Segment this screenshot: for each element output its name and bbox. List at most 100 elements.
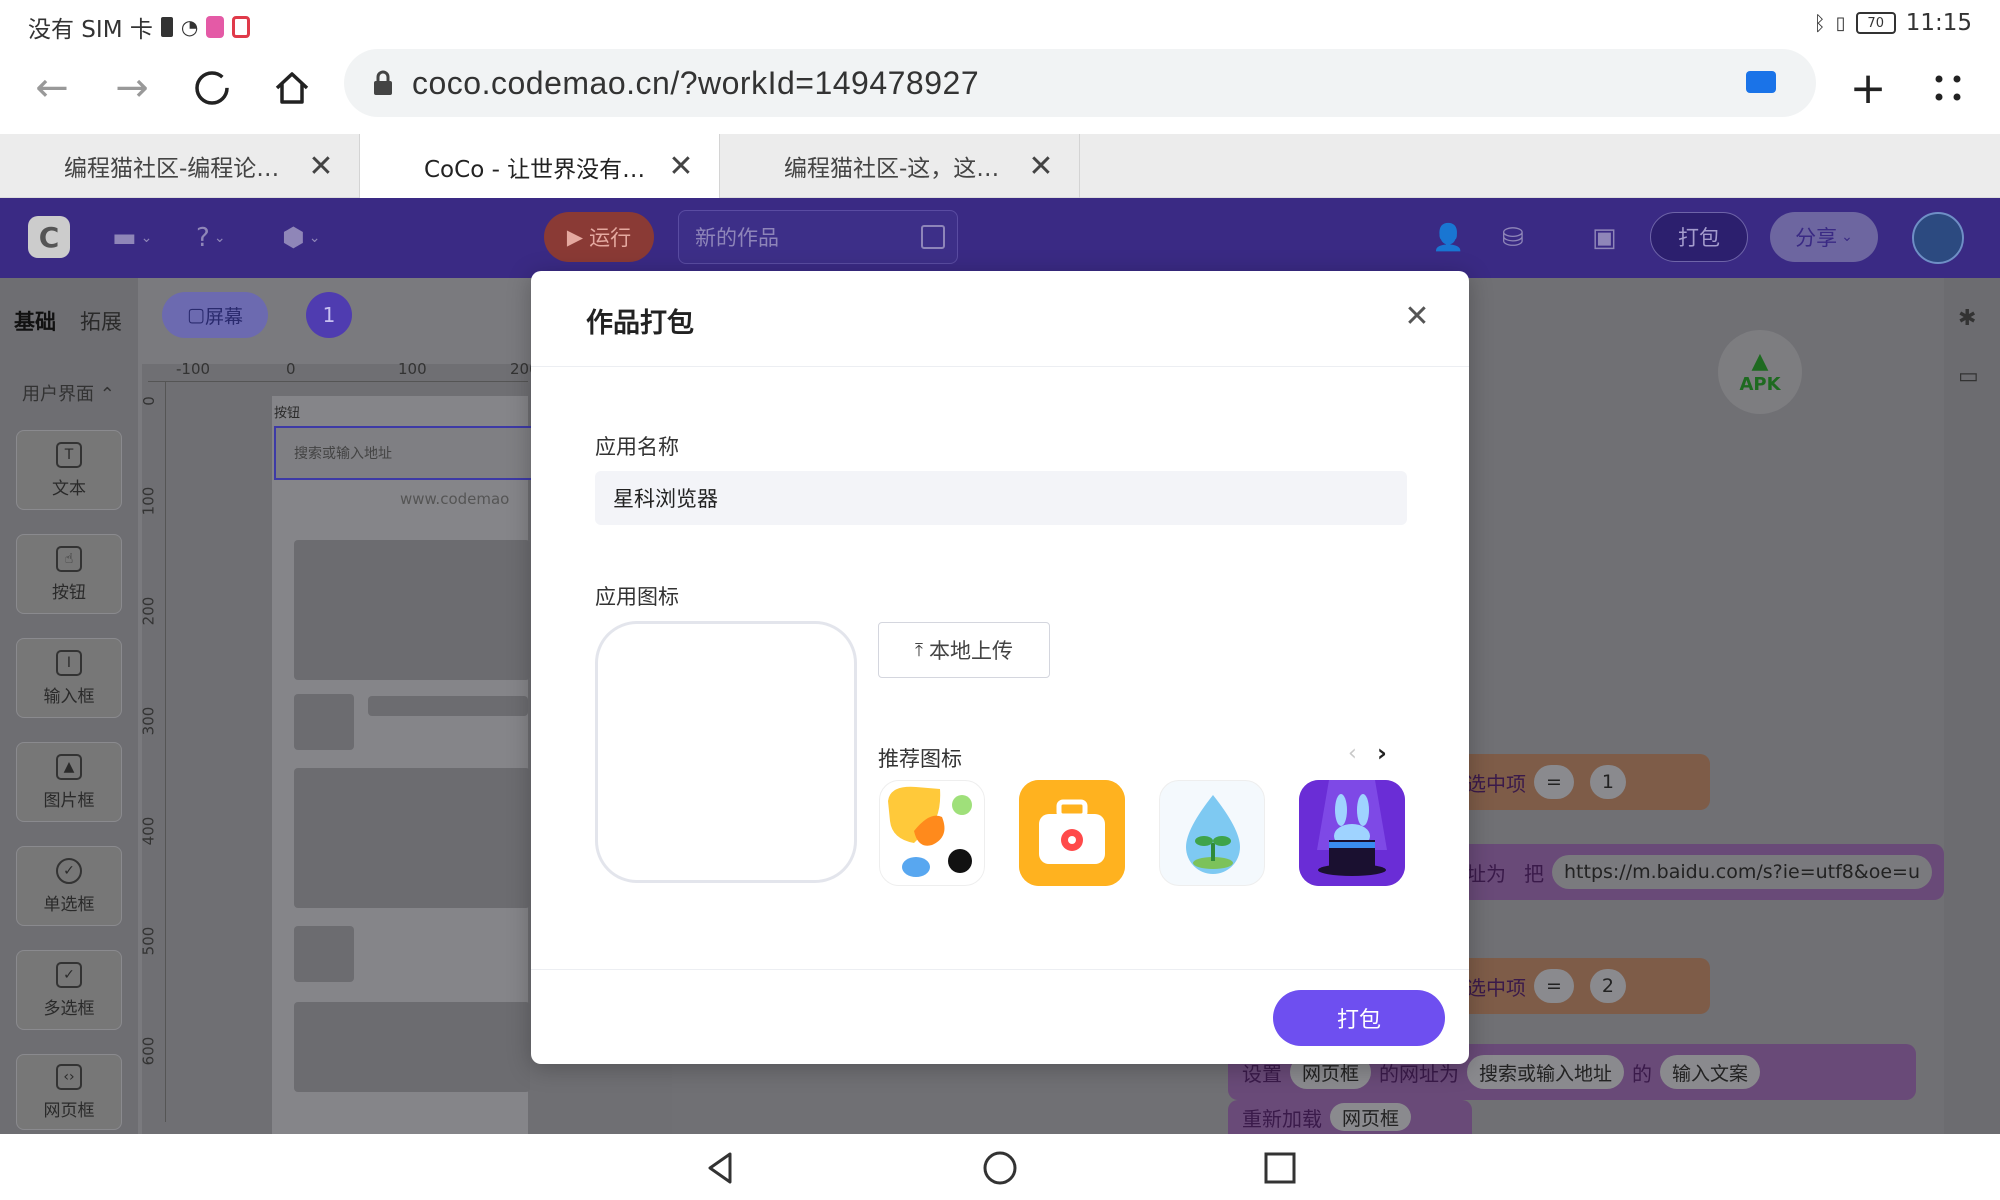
code-block-condition-2[interactable]: 选中项 = 2 xyxy=(1452,958,1710,1014)
share-button[interactable]: 分享 ⌄ xyxy=(1770,212,1878,262)
wifi-icon: ◔ xyxy=(180,15,199,39)
reload-icon[interactable] xyxy=(184,60,240,116)
block-label: 重新加载 xyxy=(1242,1106,1322,1131)
pack-header-button[interactable]: 打包 xyxy=(1650,212,1748,262)
code-block-set-url[interactable]: 址为 把 https://m.baidu.com/s?ie=utf8&oe=u xyxy=(1452,844,1944,900)
url-value-chip[interactable]: https://m.baidu.com/s?ie=utf8&oe=u xyxy=(1552,855,1932,889)
code-block-condition-1[interactable]: 选中项 = 1 xyxy=(1452,754,1710,810)
medical-kit-icon[interactable] xyxy=(1019,780,1125,886)
palette-item-checkbox[interactable]: ✓ 多选框 xyxy=(16,950,122,1030)
save-icon[interactable]: ▣ xyxy=(1592,218,1617,258)
water-drop-sprout-icon[interactable] xyxy=(1159,780,1265,886)
debug-bug-icon[interactable]: ✱ xyxy=(1958,306,1976,331)
tab-label: CoCo - 让世界没有… xyxy=(424,156,646,183)
tab-strip: 编程猫社区-编程论… ✕ CoCo - 让世界没有… ✕ 编程猫社区-这，这… … xyxy=(0,134,2000,199)
home-icon[interactable] xyxy=(264,60,320,116)
chevron-down-icon: ⌄ xyxy=(1841,229,1853,245)
paint-splash-icon[interactable] xyxy=(879,780,985,886)
reload-chip[interactable]: 网页框 xyxy=(1330,1103,1412,1131)
value-chip[interactable]: 2 xyxy=(1589,969,1627,1003)
dialog-header: 作品打包 ✕ xyxy=(531,271,1469,367)
screen-count-badge[interactable]: 1 xyxy=(306,292,352,338)
tab-codemao-forum[interactable]: 编程猫社区-编程论… ✕ xyxy=(0,134,360,198)
screen-chip[interactable]: ▢ 屏幕 xyxy=(162,292,268,338)
ruler-tick: -100 xyxy=(176,360,211,378)
tab-coco[interactable]: CoCo - 让世界没有… ✕ xyxy=(360,134,720,199)
tab-close-icon[interactable]: ✕ xyxy=(661,149,701,184)
icon-preview[interactable] xyxy=(595,621,857,883)
tab-close-icon[interactable]: ✕ xyxy=(301,149,341,184)
help-menu-icon[interactable]: ? ⌄ xyxy=(196,218,226,258)
nav-back-icon[interactable] xyxy=(700,1148,740,1188)
chevron-left-icon[interactable]: ‹ xyxy=(1348,741,1357,766)
pack-button[interactable]: 打包 xyxy=(1273,990,1445,1046)
battery-icon: 70 xyxy=(1855,12,1896,34)
palette-item-radio[interactable]: ✓ 单选框 xyxy=(16,846,122,926)
tab-extension[interactable]: 拓展 xyxy=(80,306,122,336)
app-name-label: 应用名称 xyxy=(595,435,679,459)
file-menu-icon[interactable]: ▬ ⌄ xyxy=(112,218,152,258)
section-user-interface[interactable]: 用户界面 ⌃ xyxy=(22,380,115,406)
ruler-tick: 0 xyxy=(139,396,158,406)
palette-item-label: 多选框 xyxy=(43,998,95,1019)
tab-close-icon[interactable]: ✕ xyxy=(1021,149,1061,184)
tab-codemao-community[interactable]: 编程猫社区-这，这… ✕ xyxy=(720,134,1080,198)
input-icon: I xyxy=(56,649,82,676)
android-icon: ▲ xyxy=(1751,349,1769,374)
clock-time: 11:15 xyxy=(1905,10,1972,36)
ruler-left: 0 100 200 300 400 500 600 xyxy=(139,382,166,1122)
forward-arrow-icon[interactable]: → xyxy=(104,60,160,116)
address-url[interactable]: coco.codemao.cn/?workId=149478927 xyxy=(412,65,979,102)
close-icon[interactable]: ✕ xyxy=(1399,299,1435,335)
palette-item-label: 输入框 xyxy=(43,686,95,707)
code-block-reload[interactable]: 重新加载 网页框 xyxy=(1228,1100,1472,1134)
nav-home-icon[interactable] xyxy=(980,1148,1020,1188)
toolbox-icon[interactable]: ▭ xyxy=(1958,364,1979,389)
menu-dots-icon[interactable] xyxy=(1920,60,1976,116)
tab-basic[interactable]: 基础 xyxy=(14,306,56,336)
palette-item-label: 单选框 xyxy=(43,894,95,915)
magic-hat-rabbit-icon[interactable] xyxy=(1299,780,1405,886)
palette-item-image[interactable]: ▲ 图片框 xyxy=(16,742,122,822)
local-upload-button[interactable]: ⤒ 本地上传 xyxy=(878,622,1050,678)
chevron-right-icon[interactable]: › xyxy=(1377,739,1387,767)
bluetooth-icon: ᛒ xyxy=(1813,11,1826,35)
back-arrow-icon[interactable]: ← xyxy=(24,60,80,116)
operator-chip[interactable]: = xyxy=(1534,765,1574,799)
apk-label: APK xyxy=(1739,374,1781,395)
nav-recents-icon[interactable] xyxy=(1260,1148,1300,1188)
run-button[interactable]: ▶ 运行 xyxy=(544,212,654,262)
palette-item-webview[interactable]: ‹› 网页框 xyxy=(16,1054,122,1130)
operator-chip[interactable]: = xyxy=(1534,969,1574,1003)
app-name-input[interactable] xyxy=(595,471,1407,525)
edit-icon[interactable] xyxy=(921,225,945,249)
checkbox-icon: ✓ xyxy=(56,961,82,988)
ruler-tick: 100 xyxy=(139,486,158,516)
play-icon: ▶ xyxy=(566,225,584,249)
vibrate-icon: ▯ xyxy=(1835,12,1846,34)
project-name-field[interactable]: 新的作品 xyxy=(678,210,958,264)
palette-item-button[interactable]: ☝ 按钮 xyxy=(16,534,122,614)
new-tab-plus-icon[interactable]: + xyxy=(1840,60,1896,116)
coco-logo-icon[interactable]: C xyxy=(28,216,70,258)
browser-toolbar: ← → coco.codemao.cn/?workId=149478927 + xyxy=(0,46,2000,134)
apk-badge[interactable]: ▲ APK xyxy=(1718,330,1802,414)
palette-item-text[interactable]: T 文本 xyxy=(16,430,122,510)
stage-placeholder-block xyxy=(294,540,530,680)
block-label: 址为 xyxy=(1466,861,1506,886)
tab-label: 编程猫社区-这，这… xyxy=(784,156,1000,182)
search-chip[interactable]: 搜索或输入地址 xyxy=(1467,1055,1625,1089)
palette-item-input[interactable]: I 输入框 xyxy=(16,638,122,718)
avatar[interactable] xyxy=(1912,212,1964,264)
value-chip[interactable]: 1 xyxy=(1589,765,1627,799)
database-icon[interactable]: ⛁ xyxy=(1502,218,1524,258)
cast-screen-icon[interactable] xyxy=(1746,71,1776,93)
recommended-icons-label: 推荐图标 xyxy=(878,747,962,771)
settings-menu-icon[interactable]: ⬢ ⌄ xyxy=(282,218,320,258)
input-text-chip[interactable]: 输入文案 xyxy=(1660,1055,1761,1089)
stage-search-widget[interactable]: 搜索或输入地址 xyxy=(274,426,534,480)
users-icon[interactable]: 👤 xyxy=(1432,218,1464,258)
address-bar[interactable]: coco.codemao.cn/?workId=149478927 xyxy=(344,49,1816,117)
project-name: 新的作品 xyxy=(695,226,779,250)
widget-palette: 基础 拓展 用户界面 ⌃ T 文本 ☝ 按钮 I 输入框 ▲ 图片框 ✓ 单选框 ✓ 多选框… xyxy=(0,278,138,1134)
